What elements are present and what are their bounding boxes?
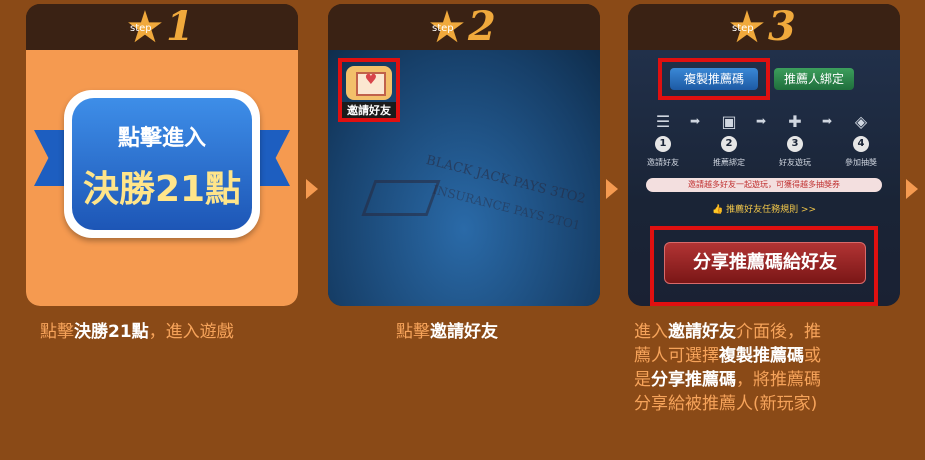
step-card-2: ★ step 2 ♥ 邀請好友 BLACK JACK PAYS 3TO2 INS… bbox=[328, 4, 600, 306]
ticket-icon: ◈ bbox=[854, 112, 868, 131]
caption-line: 是分享推薦碼，將推薦碼 bbox=[634, 368, 900, 392]
flow-step: ✚ 3 好友遊玩 bbox=[770, 112, 820, 174]
arrow-right-icon: ➡ bbox=[690, 114, 701, 128]
blackjack-game-button[interactable]: 點擊進入 決勝21點 bbox=[64, 90, 260, 238]
step-number: 1 bbox=[166, 4, 194, 50]
copy-referral-code-highlight: 複製推薦碼 bbox=[658, 58, 770, 100]
caption-line: 分享給被推薦人(新玩家) bbox=[634, 392, 900, 416]
flow-step-number: 1 bbox=[655, 136, 671, 152]
referral-flow: ☰ 1 邀請好友 ➡ ▣ 2 推薦綁定 ➡ ✚ 3 好友遊玩 ➡ ◈ 4 參加抽… bbox=[638, 112, 890, 174]
invite-friends-button[interactable]: ♥ 邀請好友 bbox=[338, 58, 400, 122]
thumbs-up-icon: 👍 bbox=[711, 205, 724, 215]
caption-emphasis: 複製推薦碼 bbox=[719, 346, 804, 366]
caption-emphasis: 邀請好友 bbox=[430, 322, 498, 342]
envelope-icon: ♥ bbox=[356, 72, 386, 96]
caption-line: 進入邀請好友介面後，推 bbox=[634, 320, 900, 344]
flow-step-label: 參加抽獎 bbox=[845, 158, 877, 167]
flow-step-label: 推薦綁定 bbox=[713, 158, 745, 167]
flow-step-number: 4 bbox=[853, 136, 869, 152]
info-banner: 邀請越多好友一起遊玩，可獲得越多抽獎券 bbox=[646, 178, 882, 192]
arrow-right-icon: ➡ bbox=[756, 114, 767, 128]
caption-text: 薦人可選擇 bbox=[634, 346, 719, 366]
step-illustration: 複製推薦碼 推薦人綁定 ☰ 1 邀請好友 ➡ ▣ 2 推薦綁定 ➡ ✚ 3 好友… bbox=[628, 50, 900, 306]
step-card-1: ★ step 1 點擊進入 決勝21點 bbox=[26, 4, 298, 306]
invite-icon-bg: ♥ bbox=[346, 66, 392, 100]
share-referral-code-button[interactable]: 分享推薦碼給好友 bbox=[664, 242, 866, 284]
step-illustration: 點擊進入 決勝21點 bbox=[26, 50, 298, 306]
caption-text: 分享給被推薦人(新玩家) bbox=[634, 394, 818, 414]
caption-text: ，進入遊戲 bbox=[148, 322, 234, 342]
share-referral-code-highlight: 分享推薦碼給好友 bbox=[650, 226, 878, 306]
flow-step: ◈ 4 參加抽獎 bbox=[836, 112, 886, 174]
invite-label: 邀請好友 bbox=[342, 102, 396, 118]
step-badge: ★ step 3 bbox=[724, 4, 804, 50]
step-number: 3 bbox=[768, 4, 796, 50]
caption-step-2: 點擊邀請好友 bbox=[396, 320, 498, 344]
copy-referral-code-button[interactable]: 複製推薦碼 bbox=[670, 68, 758, 90]
next-arrow-icon bbox=[306, 179, 318, 199]
id-card-icon: ▣ bbox=[721, 112, 737, 131]
referral-rules-link[interactable]: 👍 推薦好友任務規則 >> bbox=[628, 202, 900, 215]
next-arrow-icon bbox=[606, 179, 618, 199]
caption-text: 介面後，推 bbox=[736, 322, 821, 342]
caption-text: 點擊 bbox=[396, 322, 430, 342]
step-word: step bbox=[432, 23, 454, 34]
step-number: 2 bbox=[468, 4, 496, 50]
caption-text: ，將推薦碼 bbox=[736, 370, 821, 390]
flow-step: ▣ 2 推薦綁定 bbox=[704, 112, 754, 174]
caption-emphasis: 決勝21點 bbox=[74, 322, 149, 342]
gamepad-icon: ✚ bbox=[788, 112, 802, 131]
bind-referrer-button[interactable]: 推薦人綁定 bbox=[774, 68, 854, 90]
heart-icon: ♥ bbox=[364, 72, 378, 88]
document-icon: ☰ bbox=[655, 112, 671, 131]
caption-emphasis: 邀請好友 bbox=[668, 322, 736, 342]
flow-step-number: 3 bbox=[787, 136, 803, 152]
caption-text: 點擊 bbox=[40, 322, 74, 342]
step-card-3: ★ step 3 複製推薦碼 推薦人綁定 ☰ 1 邀請好友 ➡ ▣ 2 推薦綁定… bbox=[628, 4, 900, 306]
step-word: step bbox=[130, 23, 152, 34]
step-badge: ★ step 2 bbox=[424, 4, 504, 50]
caption-step-1: 點擊決勝21點，進入遊戲 bbox=[40, 320, 234, 344]
game-badge-line1: 點擊進入 bbox=[117, 126, 206, 151]
caption-text: 或 bbox=[804, 346, 821, 366]
arrow-right-icon: ➡ bbox=[822, 114, 833, 128]
step-illustration: ♥ 邀請好友 BLACK JACK PAYS 3TO2 INSURANCE PA… bbox=[328, 50, 600, 306]
next-arrow-icon bbox=[906, 179, 918, 199]
step-header: ★ step 2 bbox=[328, 4, 600, 50]
flow-step-number: 2 bbox=[721, 136, 737, 152]
flow-step-label: 好友遊玩 bbox=[779, 158, 811, 167]
rules-link-label: 推薦好友任務規則 >> bbox=[726, 205, 817, 215]
flow-step-label: 邀請好友 bbox=[647, 158, 679, 167]
caption-text: 是 bbox=[634, 370, 651, 390]
step-word: step bbox=[732, 23, 754, 34]
game-badge-line2: 決勝21點 bbox=[82, 169, 242, 210]
step-header: ★ step 1 bbox=[26, 4, 298, 50]
caption-emphasis: 分享推薦碼 bbox=[651, 370, 736, 390]
caption-step-3: 進入邀請好友介面後，推 薦人可選擇複製推薦碼或 是分享推薦碼，將推薦碼 分享給被… bbox=[634, 320, 900, 416]
step-header: ★ step 3 bbox=[628, 4, 900, 50]
game-badge-inner: 點擊進入 決勝21點 bbox=[72, 98, 252, 230]
caption-line: 薦人可選擇複製推薦碼或 bbox=[634, 344, 900, 368]
flow-step: ☰ 1 邀請好友 bbox=[638, 112, 688, 174]
step-badge: ★ step 1 bbox=[122, 4, 202, 50]
caption-text: 進入 bbox=[634, 322, 668, 342]
